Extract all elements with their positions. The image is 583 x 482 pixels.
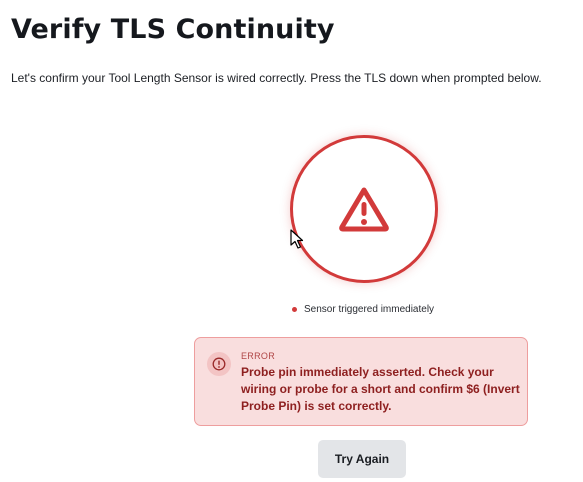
sensor-status-text: Sensor triggered immediately	[304, 304, 435, 315]
tls-continuity-page: Verify TLS Continuity Let's confirm your…	[0, 0, 583, 482]
sensor-status: Sensor triggered immediately	[292, 304, 434, 315]
mouse-cursor-icon	[290, 229, 304, 254]
alert-circle-icon	[207, 352, 231, 376]
status-dot-icon	[292, 307, 297, 312]
error-label: ERROR	[241, 351, 276, 361]
page-subtitle: Let's confirm your Tool Length Sensor is…	[11, 71, 542, 85]
error-message: Probe pin immediately asserted. Check yo…	[241, 365, 520, 413]
warning-triangle-icon	[338, 186, 390, 232]
error-alert: ERROR Probe pin immediately asserted. Ch…	[194, 337, 528, 426]
page-title: Verify TLS Continuity	[11, 14, 335, 45]
try-again-button[interactable]: Try Again	[318, 440, 406, 478]
status-indicator-ring	[290, 135, 438, 283]
